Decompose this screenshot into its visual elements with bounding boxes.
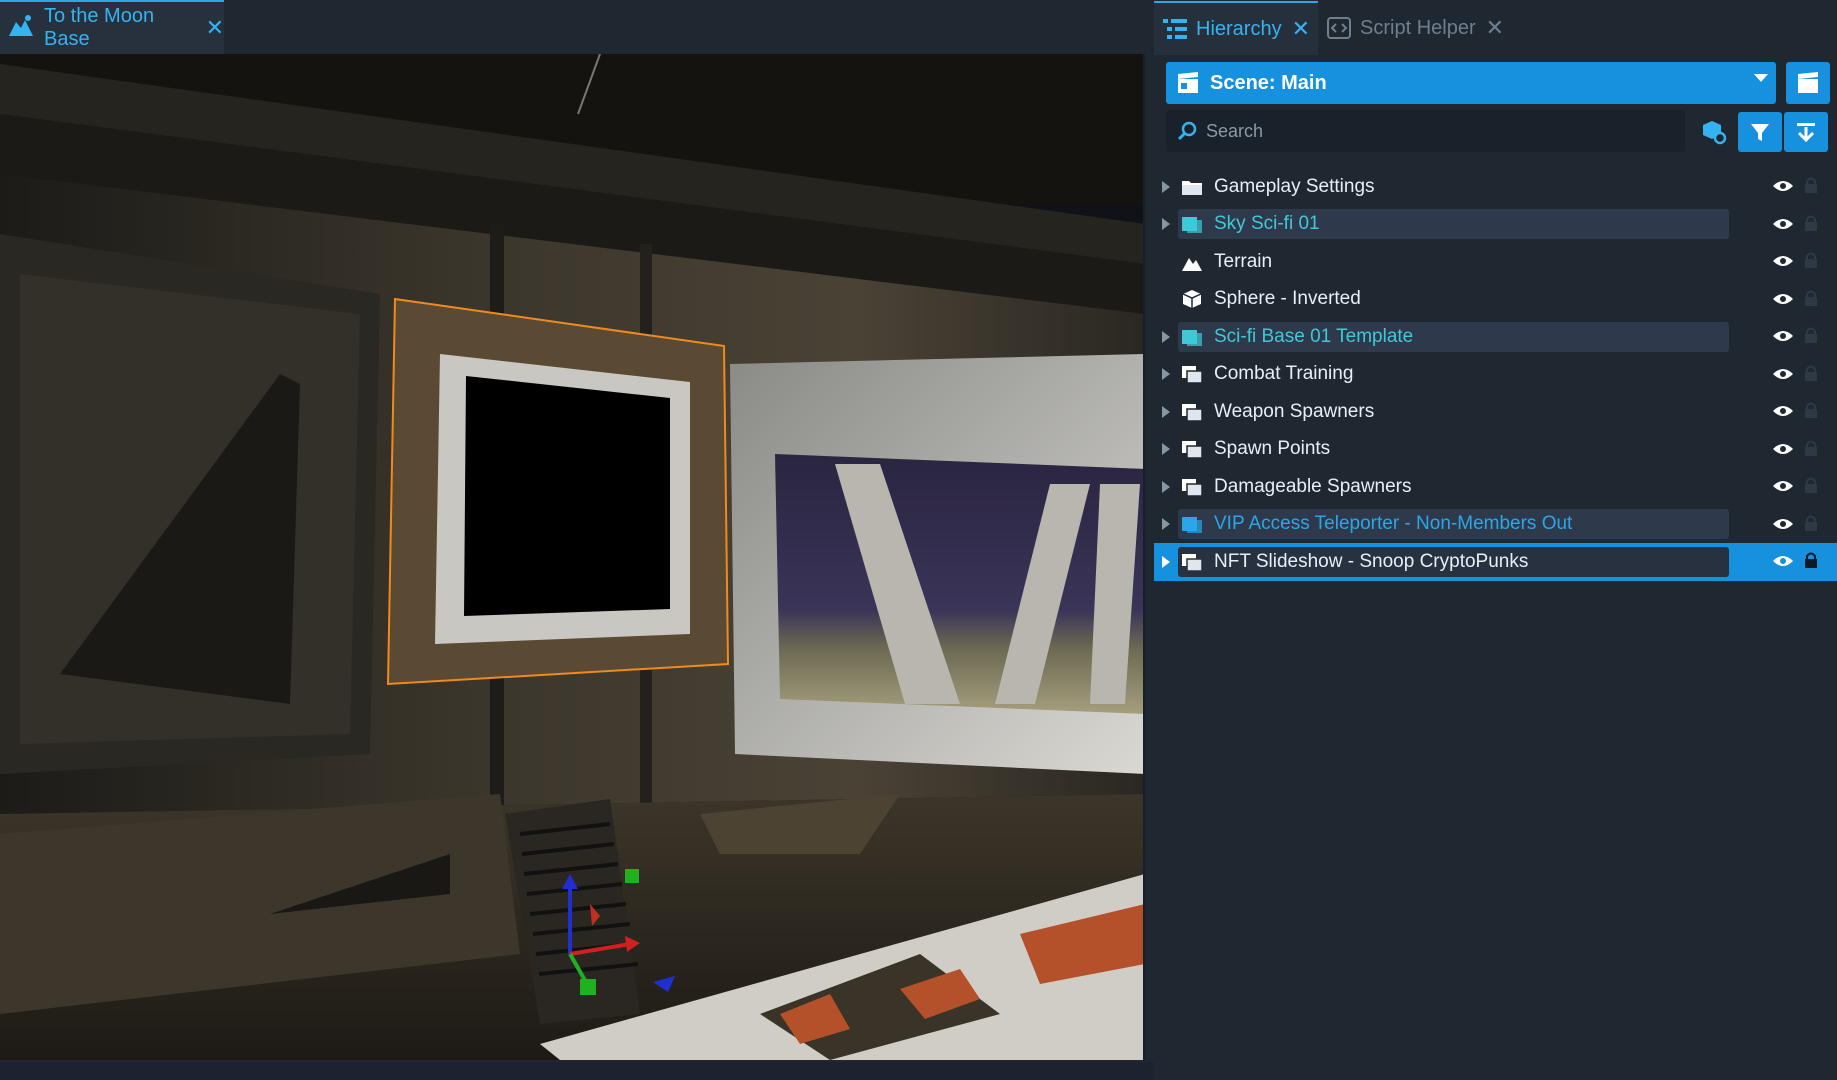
lock-icon[interactable]: [1804, 514, 1818, 538]
tree-item-sci-fi-base-01-template[interactable]: Sci-fi Base 01 Template: [1154, 318, 1837, 356]
expand-arrow-icon[interactable]: [1162, 480, 1170, 493]
hierarchy-panel: Hierarchy ✕ Script Helper ✕ Scene: Main: [1154, 0, 1837, 1080]
scene-selector-dropdown[interactable]: Scene: Main: [1166, 62, 1776, 104]
viewport-scene-render: [0, 54, 1143, 1060]
cube-gear-icon: [1703, 121, 1727, 145]
tree-item-sky-sci-fi-01[interactable]: Sky Sci-fi 01: [1154, 206, 1837, 244]
lock-icon[interactable]: [1804, 176, 1818, 200]
tab-script-helper-close-icon[interactable]: ✕: [1486, 15, 1504, 41]
group-icon: [1180, 437, 1204, 461]
template-icon: [1180, 212, 1204, 236]
tree-item-label: Damageable Spawners: [1214, 475, 1412, 497]
visibility-eye-icon[interactable]: [1772, 177, 1794, 199]
tree-item-sphere-inverted[interactable]: Sphere - Inverted: [1154, 281, 1837, 319]
visibility-eye-icon[interactable]: [1772, 552, 1794, 574]
collapse-all-button[interactable]: [1784, 112, 1828, 152]
template-icon: [1180, 512, 1204, 536]
script-helper-icon: [1327, 17, 1352, 39]
visibility-eye-icon[interactable]: [1772, 477, 1794, 499]
tree-item-damageable-spawners[interactable]: Damageable Spawners: [1154, 468, 1837, 506]
expand-arrow-icon[interactable]: [1162, 518, 1170, 531]
expand-arrow-icon[interactable]: [1162, 405, 1170, 418]
viewport-tab-label: To the Moon Base: [44, 5, 155, 50]
tree-item-combat-training[interactable]: Combat Training: [1154, 356, 1837, 394]
visibility-eye-icon[interactable]: [1772, 515, 1794, 537]
group-icon: [1180, 550, 1204, 574]
tree-item-weapon-spawners[interactable]: Weapon Spawners: [1154, 393, 1837, 431]
visibility-eye-icon[interactable]: [1772, 252, 1794, 274]
tree-item-label: Sci-fi Base 01 Template: [1214, 325, 1414, 347]
scene-selector-label: Scene: Main: [1210, 71, 1327, 94]
expand-arrow-icon[interactable]: [1162, 180, 1170, 193]
tree-item-label: Sphere - Inverted: [1214, 288, 1361, 310]
visibility-eye-icon[interactable]: [1772, 365, 1794, 387]
tree-item-nft-slideshow[interactable]: NFT Slideshow - Snoop CryptoPunks: [1154, 543, 1837, 581]
tree-item-label: Weapon Spawners: [1214, 400, 1375, 422]
tab-hierarchy[interactable]: Hierarchy ✕: [1154, 1, 1319, 55]
tree-item-label: Gameplay Settings: [1214, 175, 1375, 197]
tree-item-vip-access-teleporter[interactable]: VIP Access Teleporter - Non-Members Out: [1154, 506, 1837, 544]
tree-item-label: Combat Training: [1214, 363, 1354, 385]
filter-button[interactable]: [1738, 112, 1782, 152]
clapperboard-icon: [1178, 72, 1198, 93]
visibility-eye-icon[interactable]: [1772, 440, 1794, 462]
chevron-down-icon: [1754, 74, 1768, 82]
clapperboard-icon: [1798, 72, 1818, 93]
lock-icon[interactable]: [1804, 476, 1818, 500]
cube-icon: [1180, 287, 1204, 311]
object-type-filter-button[interactable]: [1692, 112, 1736, 152]
tab-script-helper[interactable]: Script Helper ✕: [1318, 1, 1512, 55]
visibility-eye-icon[interactable]: [1772, 215, 1794, 237]
tree-item-label: VIP Access Teleporter - Non-Members Out: [1214, 513, 1573, 535]
3d-viewport[interactable]: [0, 54, 1145, 1060]
tree-item-label: NFT Slideshow - Snoop CryptoPunks: [1214, 550, 1529, 572]
visibility-eye-icon[interactable]: [1772, 327, 1794, 349]
search-icon: [1177, 121, 1197, 141]
template-icon: [1180, 325, 1204, 349]
tree-item-spawn-points[interactable]: Spawn Points: [1154, 431, 1837, 469]
expand-arrow-icon[interactable]: [1162, 555, 1170, 568]
filter-icon: [1751, 124, 1769, 141]
tab-hierarchy-label: Hierarchy: [1196, 17, 1282, 40]
expand-arrow-icon[interactable]: [1162, 443, 1170, 456]
tree-item-label: Sky Sci-fi 01: [1214, 213, 1320, 235]
lock-icon[interactable]: [1804, 439, 1818, 463]
lock-icon[interactable]: [1804, 289, 1818, 313]
scene-settings-button[interactable]: [1786, 62, 1830, 104]
terrain-icon: [1180, 250, 1204, 274]
tree-item-label: Spawn Points: [1214, 438, 1331, 460]
lock-icon[interactable]: [1804, 401, 1818, 425]
viewport-tab-icon: [6, 12, 36, 45]
panel-tab-bar: Hierarchy ✕ Script Helper ✕: [1154, 0, 1837, 56]
lock-icon[interactable]: [1804, 551, 1818, 575]
expand-arrow-icon[interactable]: [1162, 218, 1170, 231]
tab-script-helper-label: Script Helper: [1360, 16, 1476, 39]
visibility-eye-icon[interactable]: [1772, 290, 1794, 312]
hierarchy-tree: Gameplay Settings Sky Sci-fi 01 Terrain: [1154, 168, 1837, 581]
group-icon: [1180, 362, 1204, 386]
hierarchy-list-icon: [1163, 19, 1187, 39]
visibility-eye-icon[interactable]: [1772, 402, 1794, 424]
viewport-tab-close-icon[interactable]: ✕: [206, 15, 224, 41]
group-icon: [1180, 475, 1204, 499]
tree-item-gameplay-settings[interactable]: Gameplay Settings: [1154, 168, 1837, 206]
tab-hierarchy-close-icon[interactable]: ✕: [1292, 16, 1310, 42]
arrow-down-bar-icon: [1797, 123, 1815, 143]
folder-icon: [1180, 175, 1204, 199]
lock-icon[interactable]: [1804, 364, 1818, 388]
search-input[interactable]: [1206, 120, 1666, 142]
tree-item-terrain[interactable]: Terrain: [1154, 243, 1837, 281]
lock-icon[interactable]: [1804, 214, 1818, 238]
viewport-tab[interactable]: To the Moon Base ✕: [0, 0, 224, 54]
expand-arrow-icon[interactable]: [1162, 330, 1170, 343]
group-icon: [1180, 400, 1204, 424]
lock-icon[interactable]: [1804, 326, 1818, 350]
expand-arrow-icon[interactable]: [1162, 368, 1170, 381]
lock-icon[interactable]: [1804, 251, 1818, 275]
tree-item-label: Terrain: [1214, 250, 1273, 272]
search-field[interactable]: [1166, 110, 1685, 152]
